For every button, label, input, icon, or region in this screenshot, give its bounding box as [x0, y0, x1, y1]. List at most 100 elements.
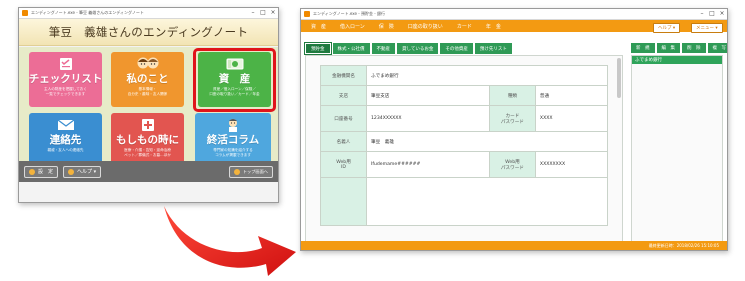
- type-field[interactable]: 普通: [534, 85, 609, 106]
- sub-bar: [301, 32, 727, 41]
- main-menu-window: エンディングノート.exe - 筆豆 義雄さんのエンディングノート – □ × …: [18, 7, 279, 203]
- left-window-controls: – □ ×: [248, 8, 278, 18]
- tile-emergency[interactable]: もしもの時に 医療・介護・告知・延命治療 ペット／葬儀式・お墓…ほか: [111, 113, 184, 168]
- family-icon: [136, 55, 160, 73]
- left-window-title: エンディングノート.exe - 筆豆 義雄さんのエンディングノート: [31, 10, 144, 15]
- right-window-title: エンディングノート.exe - 預貯金 - 銀行: [313, 11, 385, 16]
- menu-item-loans[interactable]: 借入ローン: [340, 23, 365, 30]
- mail-icon: [57, 116, 75, 134]
- web-id-field[interactable]: Ifudemame######: [366, 151, 490, 178]
- main-menu-button[interactable]: メニュー ▾: [691, 23, 723, 33]
- tile-emergency-title: もしもの時に: [116, 134, 179, 146]
- main-menu-footer: 設 定 ヘルプ ▾ トップ画面へ: [19, 161, 278, 182]
- app-icon: [304, 11, 310, 17]
- tile-about-me-title: 私のこと: [126, 73, 169, 85]
- screenshot-stage: エンディングノート.exe - 筆豆 義雄さんのエンディングノート – □ × …: [0, 0, 745, 281]
- holder-field[interactable]: 筆豆 義雄: [366, 131, 608, 152]
- assets-window: エンディングノート.exe - 預貯金 - 銀行 – □ × 資 産 借入ローン…: [300, 8, 728, 251]
- settings-button-label: 設 定: [38, 169, 54, 175]
- card-password-field[interactable]: XXXX: [534, 105, 609, 132]
- branch-field[interactable]: 筆豆支店: [366, 85, 490, 106]
- home-icon: [233, 168, 240, 175]
- checklist-icon: [59, 55, 73, 73]
- help-button[interactable]: ヘルプ ▾: [63, 165, 102, 178]
- tile-grid: チェックリスト 主人の財産を把握しておく 一覧でチェックできます 私のこと 基本…: [19, 47, 278, 182]
- menu-item-insurance[interactable]: 保 険: [379, 23, 394, 30]
- account-field[interactable]: 1234XXXXXX: [366, 105, 490, 132]
- maximize-icon[interactable]: □: [258, 8, 268, 18]
- tile-contacts-sub: 親戚・友人への連絡先: [47, 148, 84, 152]
- right-window-controls: – □ ×: [697, 9, 727, 19]
- tile-checklist-sub: 主人の財産を把握しておく 一覧でチェックできます: [44, 87, 87, 96]
- minimize-icon[interactable]: –: [248, 8, 258, 18]
- form-row: 支店 筆豆支店 種類 普通: [320, 85, 609, 106]
- holder-label: 名義人: [320, 131, 367, 152]
- new-button[interactable]: 新 規: [631, 43, 655, 53]
- bank-field[interactable]: ふでまめ銀行: [366, 65, 608, 86]
- tile-contacts-title: 連絡先: [49, 134, 82, 146]
- web-id-label: Web用 ID: [320, 151, 367, 178]
- close-icon[interactable]: ×: [717, 9, 727, 19]
- form-row: 口座番号 1234XXXXXX カード パスワード XXXX: [320, 105, 609, 132]
- card-password-label: カード パスワード: [488, 105, 536, 132]
- record-buttons: 新 規 編 集 削 除 複 写: [631, 43, 727, 53]
- help-button-label: ヘルプ ▾: [77, 169, 97, 175]
- type-label: 種類: [488, 85, 536, 106]
- copy-button[interactable]: 複 写: [707, 43, 727, 53]
- help-icon: [68, 168, 75, 175]
- edit-button[interactable]: 編 集: [656, 43, 680, 53]
- tile-checklist-title: チェックリスト: [29, 73, 102, 85]
- top-screen-button[interactable]: トップ画面へ: [228, 165, 273, 178]
- left-titlebar: エンディングノート.exe - 筆豆 義雄さんのエンディングノート – □ ×: [19, 8, 278, 19]
- form-row: 名義人 筆豆 義雄: [320, 131, 608, 152]
- tile-checklist[interactable]: チェックリスト 主人の財産を把握しておく 一覧でチェックできます: [29, 52, 102, 107]
- tile-contacts[interactable]: 連絡先 親戚・友人への連絡先: [29, 113, 102, 168]
- branch-label: 支店: [320, 85, 367, 106]
- web-password-field[interactable]: XXXXXXXX: [534, 151, 609, 178]
- menu-item-cards[interactable]: カード: [457, 23, 472, 30]
- tile-column[interactable]: 終活コラム 専門家の知識を紹介する コラムが掲載できます: [195, 113, 271, 168]
- form-row: 金融機関名 ふでまめ銀行: [320, 65, 608, 86]
- tab-deposit-list[interactable]: 預け先リスト: [474, 43, 512, 54]
- bank-label: 金融機関名: [320, 65, 367, 86]
- bank-list-item[interactable]: ふでまめ銀行: [632, 56, 722, 64]
- delete-button[interactable]: 削 除: [682, 43, 706, 53]
- menu-item-accounts[interactable]: 口座の取り扱い: [408, 23, 443, 30]
- tile-emergency-sub: 医療・介護・告知・延命治療 ペット／葬儀式・お墓…ほか: [124, 148, 171, 157]
- menu-item-pension[interactable]: 年 金: [486, 23, 501, 30]
- tab-savings[interactable]: 預貯金: [304, 42, 332, 55]
- memo-field[interactable]: [366, 177, 608, 226]
- status-bar: 最終更新日時：2018/02/26 15:10:05: [301, 241, 727, 250]
- hospital-icon: [140, 116, 156, 134]
- right-titlebar: エンディングノート.exe - 預貯金 - 銀行 – □ ×: [301, 9, 727, 20]
- transition-arrow-icon: [164, 206, 296, 276]
- top-screen-label: トップ画面へ: [242, 168, 268, 174]
- help-menu-button[interactable]: ヘルプ ▾: [653, 23, 681, 33]
- bank-list: ふでまめ銀行: [631, 55, 723, 242]
- tab-stocks[interactable]: 株式・公社債: [332, 43, 370, 54]
- web-password-label: Web用 パスワード: [488, 151, 536, 178]
- tile-about-me[interactable]: 私のこと 基本情報・ 自分史・趣味・友人関係: [111, 52, 184, 107]
- tile-column-sub: 専門家の知識を紹介する コラムが掲載できます: [213, 148, 253, 157]
- memo-label: [320, 177, 367, 226]
- tab-lent-money[interactable]: 貸しているお金: [397, 43, 439, 54]
- tab-real-estate[interactable]: 不動産: [371, 43, 395, 54]
- form-row: [320, 177, 608, 226]
- close-icon[interactable]: ×: [268, 8, 278, 18]
- tile-about-me-sub: 基本情報・ 自分史・趣味・友人関係: [127, 87, 168, 96]
- account-form-table: 金融機関名 ふでまめ銀行 支店 筆豆支店 種類 普通 口座番号 1234XXXX…: [320, 65, 609, 226]
- account-label: 口座番号: [320, 105, 367, 132]
- doctor-icon: [225, 116, 241, 134]
- main-menu-header: 筆豆 義雄さんのエンディングノート: [19, 19, 278, 46]
- assets-highlight-frame: [193, 48, 276, 112]
- menu-item-assets[interactable]: 資 産: [311, 23, 326, 30]
- account-form: 金融機関名 ふでまめ銀行 支店 筆豆支店 種類 普通 口座番号 1234XXXX…: [305, 55, 623, 242]
- maximize-icon[interactable]: □: [707, 9, 717, 19]
- asset-tabs: 預貯金 株式・公社債 不動産 貸しているお金 その他資産 預け先リスト: [304, 42, 629, 55]
- gear-icon: [29, 168, 35, 175]
- minimize-icon[interactable]: –: [697, 9, 707, 19]
- tab-other-assets[interactable]: その他資産: [440, 43, 473, 54]
- tile-column-title: 終活コラム: [206, 134, 260, 146]
- form-scrollbar[interactable]: [617, 58, 621, 98]
- settings-button[interactable]: 設 定: [24, 165, 59, 178]
